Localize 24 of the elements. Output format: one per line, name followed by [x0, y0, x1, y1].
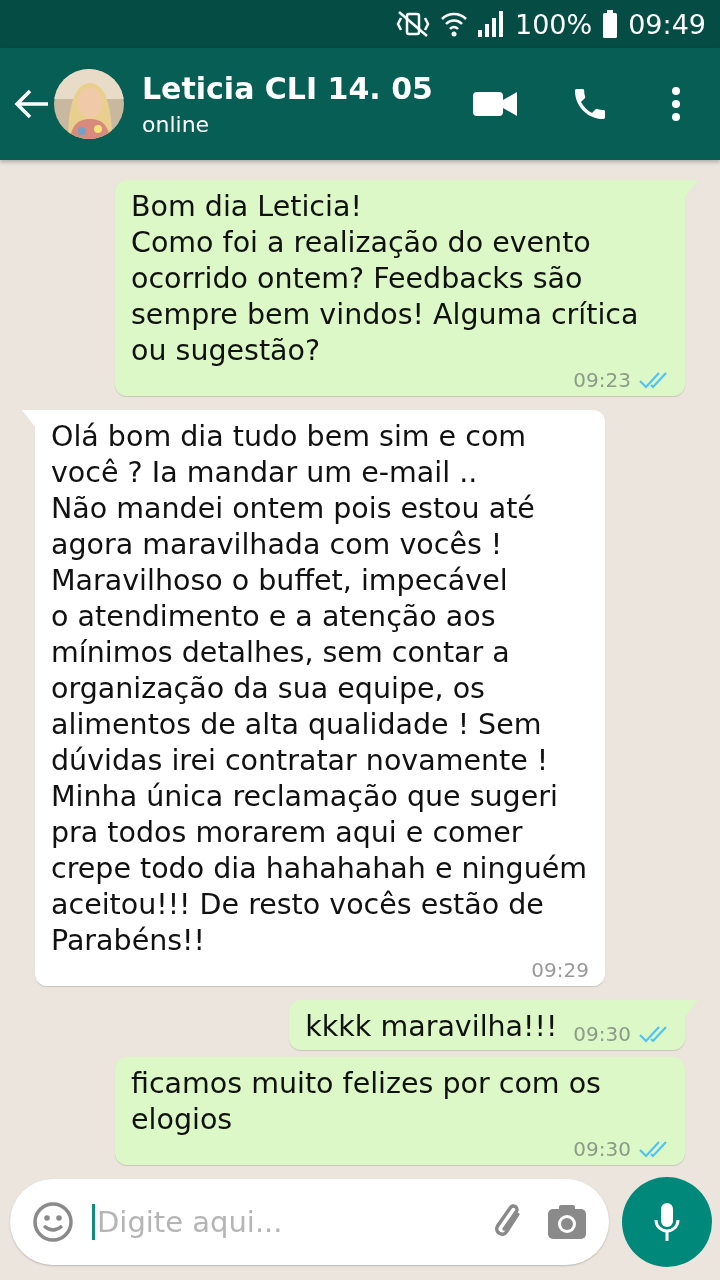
message-time: 09:30	[573, 1023, 631, 1045]
back-icon[interactable]	[14, 88, 50, 120]
message-time: 09:23	[573, 369, 631, 391]
message-time: 09:29	[531, 959, 589, 981]
signal-icon	[477, 10, 505, 38]
text-input[interactable]: Digite aqui...	[92, 1204, 471, 1240]
contact-status: online	[142, 112, 210, 137]
message-text: ficamos muito felizes por com os elogios	[131, 1066, 602, 1138]
emoji-icon[interactable]	[32, 1201, 74, 1243]
message-text: kkkk maravilha!!!	[305, 1009, 558, 1045]
camera-icon[interactable]	[547, 1204, 587, 1240]
message-input-field[interactable]: Digite aqui...	[10, 1179, 609, 1265]
contact-name[interactable]: Leticia CLI 14. 05	[142, 71, 433, 106]
menu-icon[interactable]	[671, 86, 681, 122]
vibrate-icon	[395, 10, 431, 38]
battery-icon	[602, 10, 619, 38]
message-text: Olá bom dia tudo bem sim e com você ? Ia mandar um e-mail .. Não mandei ontem pois estou até agora maravilhada com vocês ! Maravilhoso o buffet, impecável o atendimento e a atenção aos mínimos detalhes, sem contar a organização da sua equipe, os alimentos de alta qualidade ! Sem dúvidas irei contratar novamente ! Minha única reclamação que sugeri pra todos morarem aqui e comer crepe todo dia hahahahah e ninguém aceitou!!! De resto vocês estão de Parabéns!!	[51, 419, 589, 959]
battery-percentage: 100%	[515, 8, 593, 40]
microphone-icon	[654, 1202, 680, 1242]
message-time: 09:30	[573, 1138, 631, 1160]
clock-time: 09:49	[628, 8, 706, 40]
message-text: Bom dia Leticia! Como foi a realização do evento ocorrido ontem? Feedbacks são sempre bem vindos! Alguma crítica ou sugestão?	[131, 189, 640, 369]
wifi-icon	[441, 10, 467, 38]
video-call-icon[interactable]	[473, 90, 517, 118]
